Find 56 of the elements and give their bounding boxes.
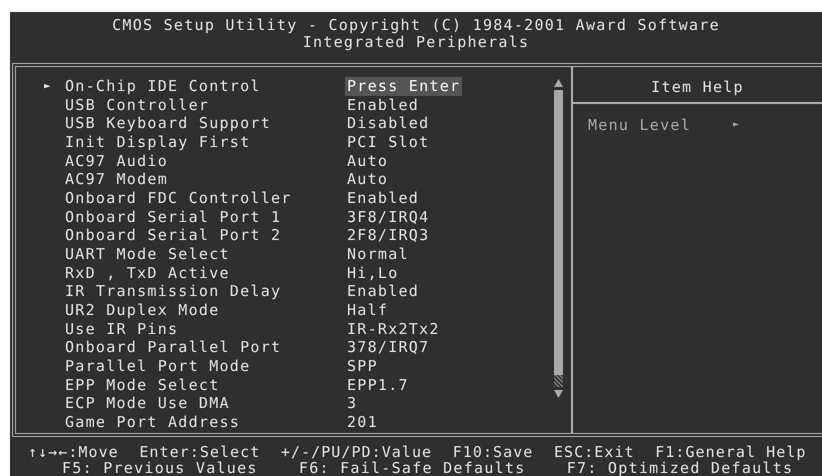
setting-value[interactable]: Half xyxy=(345,300,390,320)
setting-label[interactable]: Init Display First xyxy=(65,133,345,152)
setting-label[interactable]: UR2 Duplex Mode xyxy=(65,300,345,320)
scrollbar[interactable] xyxy=(554,90,562,388)
setting-label[interactable]: Use IR Pins xyxy=(65,320,345,338)
setting-value[interactable]: 2F8/IRQ3 xyxy=(345,226,432,245)
key-hint: F5: Previous Values xyxy=(62,460,258,476)
submenu-marker: ► xyxy=(44,78,52,94)
setting-label[interactable]: Onboard Serial Port 2 xyxy=(65,226,345,245)
key-hint: +/-/PU/PD:Value xyxy=(280,445,432,460)
setting-label[interactable]: Onboard Parallel Port xyxy=(65,338,345,357)
key-hint: ESC:Exit xyxy=(554,445,635,460)
setting-label[interactable]: Onboard Serial Port 1 xyxy=(65,208,345,226)
setting-value[interactable]: Disabled xyxy=(345,114,432,134)
setting-label[interactable]: USB Controller xyxy=(65,96,345,114)
setting-value[interactable]: Enabled xyxy=(345,282,422,301)
menu-level-marker: ► xyxy=(733,118,740,132)
setting-label[interactable]: Game Port Address xyxy=(65,412,345,432)
setting-value[interactable]: 3 xyxy=(345,394,360,413)
setting-label[interactable]: AC97 Modem xyxy=(65,170,345,190)
setting-label[interactable]: UART Mode Select xyxy=(65,244,345,264)
setting-value[interactable]: Normal xyxy=(345,244,411,264)
scroll-up-icon[interactable] xyxy=(554,79,562,88)
setting-label[interactable]: Onboard FDC Controller xyxy=(65,189,345,208)
setting-label[interactable]: EPP Mode Select xyxy=(65,376,345,394)
setting-value[interactable]: 378/IRQ7 xyxy=(345,338,432,357)
help-title: Item Help xyxy=(651,78,744,96)
setting-value[interactable]: PCI Slot xyxy=(345,133,432,152)
key-hint: F1:General Help xyxy=(655,445,806,460)
setting-value[interactable]: IR-Rx2Tx2 xyxy=(345,320,442,338)
setting-label[interactable]: Parallel Port Mode xyxy=(65,356,345,376)
setting-label[interactable]: IR Transmission Delay xyxy=(65,282,345,301)
setting-value[interactable]: 201 xyxy=(345,412,380,432)
setting-label[interactable]: ECP Mode Use DMA xyxy=(65,394,345,413)
setting-value[interactable]: EPP1.7 xyxy=(345,376,411,394)
setting-value[interactable]: 3F8/IRQ4 xyxy=(345,208,432,226)
key-hint: F6: Fail-Safe Defaults xyxy=(298,460,526,476)
scroll-down-icon[interactable] xyxy=(554,390,562,398)
setting-value[interactable]: Auto xyxy=(345,152,390,170)
setting-label[interactable]: RxD , TxD Active xyxy=(65,264,345,282)
setting-value[interactable]: Press Enter xyxy=(345,77,462,96)
setting-value[interactable]: SPP xyxy=(345,356,380,376)
setting-label[interactable]: On-Chip IDE Control xyxy=(65,77,345,96)
menu-level-label: Menu Level xyxy=(588,116,692,134)
key-hint: F10:Save xyxy=(452,445,534,460)
setting-value[interactable]: Enabled xyxy=(345,96,422,114)
setting-label[interactable]: AC97 Audio xyxy=(65,152,345,170)
setting-value[interactable]: Enabled xyxy=(345,189,422,208)
screen-title: CMOS Setup Utility - Copyright (C) 1984-2001 Award Software xyxy=(112,17,720,34)
page-title: Integrated Peripherals xyxy=(302,34,530,51)
key-hint: Enter:Select xyxy=(139,445,260,460)
key-hint: ↑↓→←:Move xyxy=(28,445,119,460)
setting-value[interactable]: Hi,Lo xyxy=(345,264,401,282)
key-hint: F7: Optimized Defaults xyxy=(566,460,794,476)
setting-value[interactable]: Auto xyxy=(345,170,390,190)
setting-label[interactable]: USB Keyboard Support xyxy=(65,114,345,134)
